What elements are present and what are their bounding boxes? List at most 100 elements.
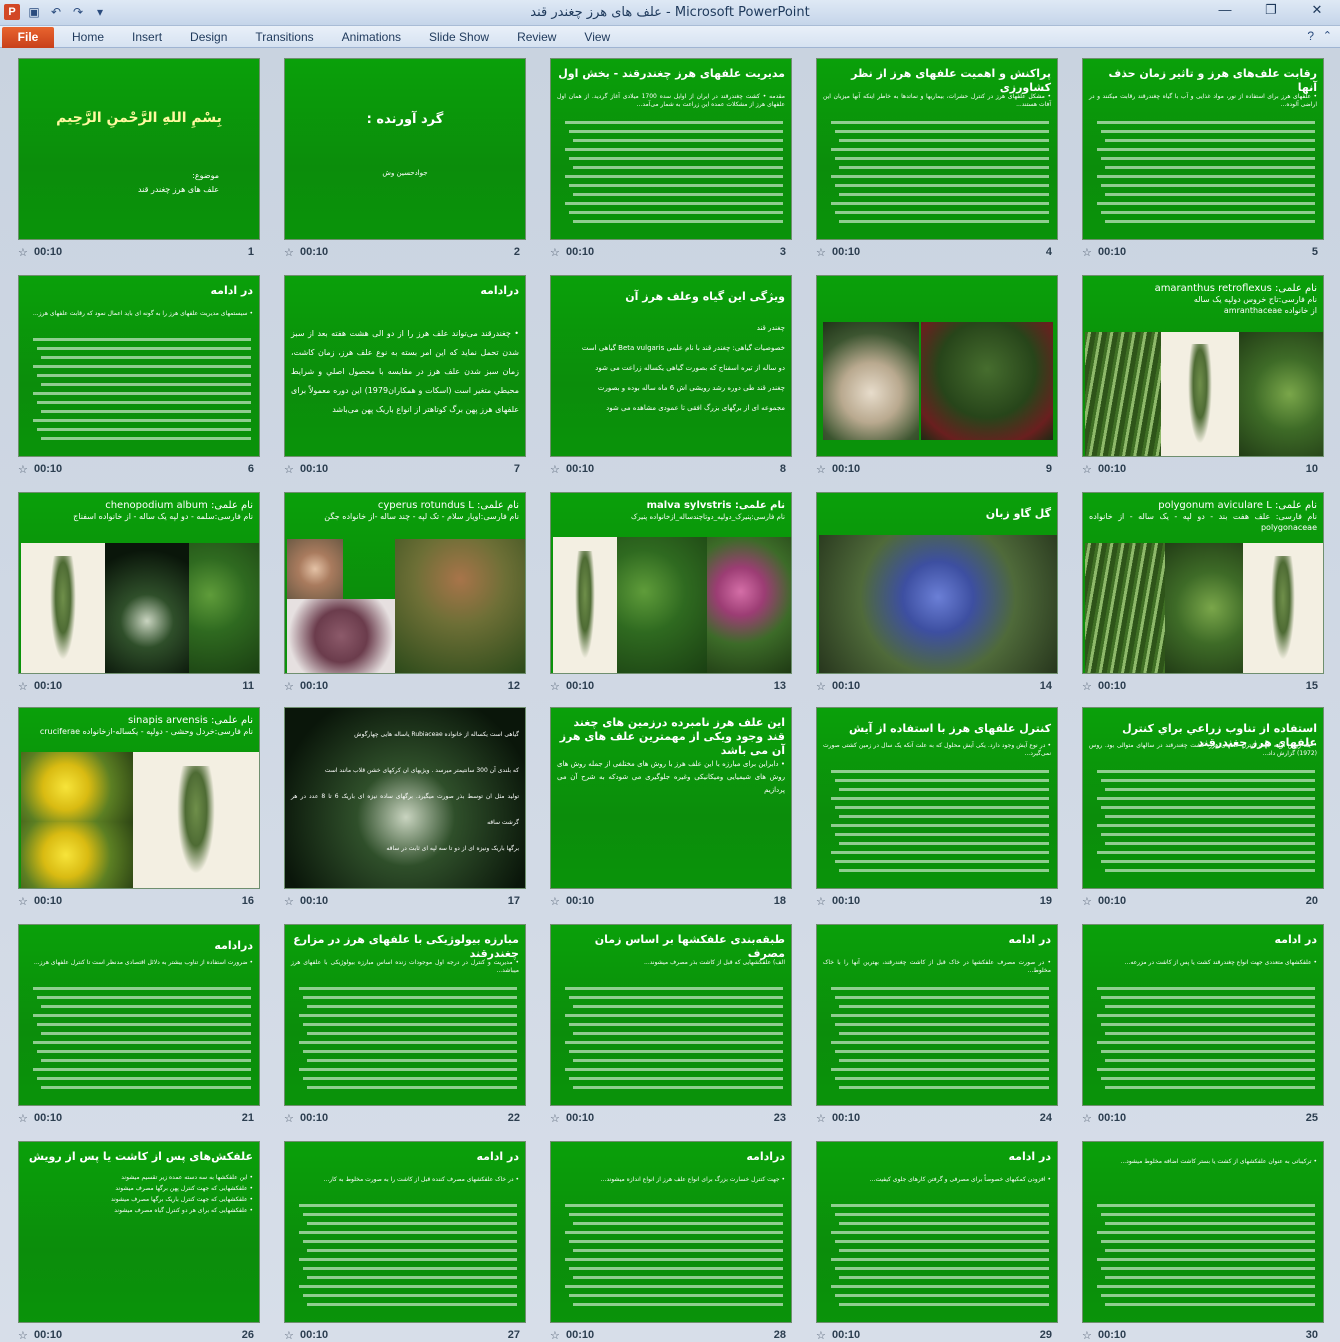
slide-thumbnail[interactable]: مبارزه بیولوژیکی با علفهای هرز در مزارع … (284, 924, 550, 1139)
tab-design[interactable]: Design (176, 30, 241, 44)
slide-thumbnail[interactable]: پراکنش و اهمیت علفهای هرز از نظر کشاورزی… (816, 58, 1082, 273)
tab-slide-show[interactable]: Slide Show (415, 30, 503, 44)
slide-preview[interactable]: در ادامه • در خاک علفکشهای مصرف کننده قبل… (284, 1141, 526, 1323)
transition-star-icon[interactable]: ☆ (18, 896, 32, 908)
slide-preview[interactable] (816, 275, 1058, 457)
slide-thumbnail[interactable]: در ادامه • در صورت مصرف علفکشها در خاک قب… (816, 924, 1082, 1139)
slide-thumbnail[interactable]: در ادامه • سیستمهای مدیریت علفهای هرز را … (18, 275, 284, 490)
slide-thumbnail[interactable]: نام علمی: sinapis arvensis نام فارسی:خردل… (18, 707, 284, 922)
slide-preview[interactable]: علفکش‌های پس از کاشت یا پس از رویش • این … (18, 1141, 260, 1323)
slide-preview[interactable]: گل گاو زبان (816, 492, 1058, 674)
slide-thumbnail[interactable]: درادامه • ضرورت استفاده از تناوب بیشتر به… (18, 924, 284, 1139)
slide-preview[interactable]: نام علمی: sinapis arvensis نام فارسی:خردل… (18, 707, 260, 889)
slide-thumbnail[interactable]: ویژگی این گیاه وعلف هرز آن چغندر قند خصوص… (550, 275, 816, 490)
slide-preview[interactable]: پراکنش و اهمیت علفهای هرز از نظر کشاورزی… (816, 58, 1058, 240)
tab-view[interactable]: View (570, 30, 624, 44)
transition-star-icon[interactable]: ☆ (816, 464, 830, 476)
slide-preview[interactable]: مبارزه بیولوژیکی با علفهای هرز در مزارع … (284, 924, 526, 1106)
slide-thumbnail[interactable]: بِسْمِ اللهِ الرَّحْمنِ الرَّحِيم موضوع: … (18, 58, 284, 273)
slide-thumbnail[interactable]: رقابت علف‌های هرز و تاثیر زمان حذف آنها •… (1082, 58, 1340, 273)
slide-preview[interactable]: • ترکیباتی به عنوان علفکشهای از کشت یا ب… (1082, 1141, 1324, 1323)
slide-thumbnail[interactable]: کنترل علفهای هرز با استفاده از آیش • در ن… (816, 707, 1082, 922)
tab-review[interactable]: Review (503, 30, 570, 44)
slide-preview[interactable]: نام علمی: chenopodium album نام فارسی:سلم… (18, 492, 260, 674)
slide-preview[interactable]: مدیریت علفهای هرز چغندرقند - بخش اول مقدم… (550, 58, 792, 240)
tab-transitions[interactable]: Transitions (241, 30, 327, 44)
slide-thumbnail[interactable]: در ادامه • علفکشهای متعددی جهت انواع چغند… (1082, 924, 1340, 1139)
transition-star-icon[interactable]: ☆ (550, 681, 564, 693)
slide-thumbnail[interactable]: گیاهی است یکساله از خانواده Rubiaceae یا… (284, 707, 550, 922)
transition-star-icon[interactable]: ☆ (550, 1113, 564, 1125)
transition-star-icon[interactable]: ☆ (550, 247, 564, 259)
slide-thumbnail[interactable]: • ترکیباتی به عنوان علفکشهای از کشت یا ب… (1082, 1141, 1340, 1342)
slide-thumbnail[interactable]: گل گاو زبان ☆ 00:10 14 (816, 492, 1082, 707)
close-icon[interactable]: ✕ (1294, 0, 1340, 20)
slide-thumbnail[interactable]: نام علمی: cyperus rotundus L نام فارسی:او… (284, 492, 550, 707)
transition-star-icon[interactable]: ☆ (18, 247, 32, 259)
transition-star-icon[interactable]: ☆ (550, 464, 564, 476)
transition-star-icon[interactable]: ☆ (1082, 681, 1096, 693)
transition-star-icon[interactable]: ☆ (1082, 464, 1096, 476)
slide-preview[interactable]: نام علمی: cyperus rotundus L نام فارسی:او… (284, 492, 526, 674)
tab-insert[interactable]: Insert (118, 30, 176, 44)
transition-star-icon[interactable]: ☆ (284, 896, 298, 908)
transition-star-icon[interactable]: ☆ (816, 1330, 830, 1342)
transition-star-icon[interactable]: ☆ (18, 1330, 32, 1342)
slide-preview[interactable]: این علف هرز نامبرده درزمین های چغند قند … (550, 707, 792, 889)
slide-preview[interactable]: نام علمی: amaranthus retroflexus نام فارس… (1082, 275, 1324, 457)
slide-thumbnail[interactable]: نام علمی: malva sylvstris نام فارسی:پنیرک… (550, 492, 816, 707)
slide-preview[interactable]: درادامه • ضرورت استفاده از تناوب بیشتر به… (18, 924, 260, 1106)
slide-thumbnail[interactable]: ☆ 00:10 9 (816, 275, 1082, 490)
slide-preview[interactable]: رقابت علف‌های هرز و تاثیر زمان حذف آنها •… (1082, 58, 1324, 240)
transition-star-icon[interactable]: ☆ (1082, 1330, 1096, 1342)
slide-preview[interactable]: درادامه • چغندرقند می‌تواند علف هرز را از… (284, 275, 526, 457)
slide-preview[interactable]: در ادامه • افزودن کمکیهای خصوصاً برای مصر… (816, 1141, 1058, 1323)
slide-thumbnail[interactable]: در ادامه • افزودن کمکیهای خصوصاً برای مصر… (816, 1141, 1082, 1342)
slide-preview[interactable]: نام علمی: malva sylvstris نام فارسی:پنیرک… (550, 492, 792, 674)
slide-preview[interactable]: بِسْمِ اللهِ الرَّحْمنِ الرَّحِيم موضوع: … (18, 58, 260, 240)
slide-thumbnail[interactable]: نام علمی: polygonum aviculare L نام فارسی… (1082, 492, 1340, 707)
slide-thumbnail[interactable]: علفکش‌های پس از کاشت یا پس از رویش • این … (18, 1141, 284, 1342)
restore-icon[interactable]: ❐ (1248, 0, 1294, 20)
slide-thumbnail[interactable]: درادامه • چغندرقند می‌تواند علف هرز را از… (284, 275, 550, 490)
slide-thumbnail[interactable]: گرد آورنده : جوادحسین وش ☆ 00:10 2 (284, 58, 550, 273)
slide-thumbnail[interactable]: طبقه‌بندی علفکشها بر اساس زمان مصرف الف) … (550, 924, 816, 1139)
transition-star-icon[interactable]: ☆ (18, 464, 32, 476)
transition-star-icon[interactable]: ☆ (284, 247, 298, 259)
slide-preview[interactable]: درادامه • جهت کنترل خسارت بزرگ برای انواع… (550, 1141, 792, 1323)
transition-star-icon[interactable]: ☆ (18, 681, 32, 693)
transition-star-icon[interactable]: ☆ (550, 896, 564, 908)
transition-star-icon[interactable]: ☆ (284, 1330, 298, 1342)
transition-star-icon[interactable]: ☆ (284, 681, 298, 693)
slide-thumbnail[interactable]: نام علمی: amaranthus retroflexus نام فارس… (1082, 275, 1340, 490)
slide-thumbnail[interactable]: استفاده از تناوب زراعي براي كنترل علفهاي… (1082, 707, 1340, 922)
slide-preview[interactable]: در ادامه • سیستمهای مدیریت علفهای هرز را … (18, 275, 260, 457)
transition-star-icon[interactable]: ☆ (816, 681, 830, 693)
transition-star-icon[interactable]: ☆ (284, 464, 298, 476)
ribbon-minimize-icon[interactable]: ⌃ (1323, 29, 1332, 42)
slide-preview[interactable]: گیاهی است یکساله از خانواده Rubiaceae یا… (284, 707, 526, 889)
file-tab[interactable]: File (2, 27, 54, 48)
tab-home[interactable]: Home (58, 30, 118, 44)
transition-star-icon[interactable]: ☆ (1082, 896, 1096, 908)
transition-star-icon[interactable]: ☆ (1082, 247, 1096, 259)
slide-thumbnail[interactable]: در ادامه • در خاک علفکشهای مصرف کننده قبل… (284, 1141, 550, 1342)
slide-preview[interactable]: در ادامه • در صورت مصرف علفکشها در خاک قب… (816, 924, 1058, 1106)
transition-star-icon[interactable]: ☆ (18, 1113, 32, 1125)
help-icon[interactable]: ? (1307, 29, 1314, 43)
transition-star-icon[interactable]: ☆ (550, 1330, 564, 1342)
slide-thumbnail[interactable]: درادامه • جهت کنترل خسارت بزرگ برای انواع… (550, 1141, 816, 1342)
transition-star-icon[interactable]: ☆ (284, 1113, 298, 1125)
minimize-icon[interactable]: — (1202, 0, 1248, 20)
slide-thumbnail[interactable]: نام علمی: chenopodium album نام فارسی:سلم… (18, 492, 284, 707)
slide-thumbnail[interactable]: مدیریت علفهای هرز چغندرقند - بخش اول مقدم… (550, 58, 816, 273)
transition-star-icon[interactable]: ☆ (816, 1113, 830, 1125)
slide-preview[interactable]: طبقه‌بندی علفکشها بر اساس زمان مصرف الف) … (550, 924, 792, 1106)
slide-preview[interactable]: استفاده از تناوب زراعي براي كنترل علفهاي… (1082, 707, 1324, 889)
transition-star-icon[interactable]: ☆ (816, 896, 830, 908)
transition-star-icon[interactable]: ☆ (1082, 1113, 1096, 1125)
slide-preview[interactable]: نام علمی: polygonum aviculare L نام فارسی… (1082, 492, 1324, 674)
tab-animations[interactable]: Animations (328, 30, 415, 44)
slide-preview[interactable]: ویژگی این گیاه وعلف هرز آن چغندر قند خصوص… (550, 275, 792, 457)
slide-preview[interactable]: کنترل علفهای هرز با استفاده از آیش • در ن… (816, 707, 1058, 889)
